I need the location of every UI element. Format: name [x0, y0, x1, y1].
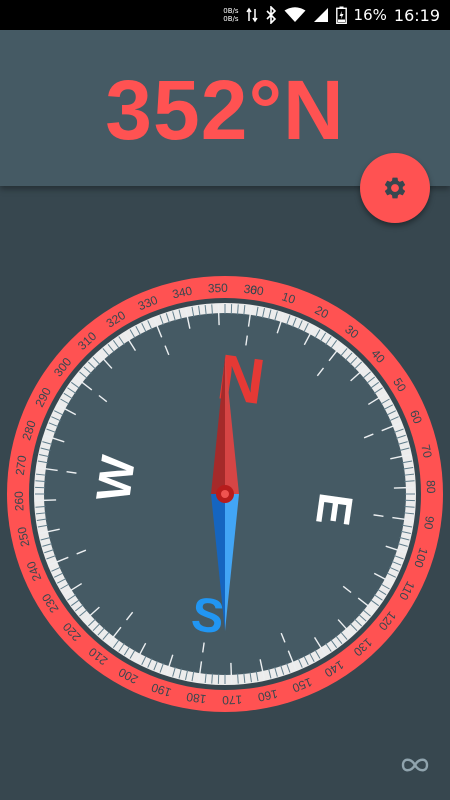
cardinal-west: W: [87, 452, 146, 505]
tick-mark: [35, 506, 46, 508]
compass-dial-graphic: 0 102030405060708090100110120130140150160…: [7, 276, 443, 712]
infinity-icon[interactable]: [397, 752, 433, 778]
network-speed-up: 0B/s: [223, 7, 239, 15]
wifi-icon: [284, 7, 306, 23]
degree-label: 80: [424, 480, 438, 494]
network-speed-down: 0B/s: [223, 15, 239, 23]
tick-mark: [404, 506, 415, 508]
degree-label: 170: [222, 693, 243, 708]
gear-icon: [384, 177, 406, 199]
tick-mark: [404, 480, 415, 482]
heading-readout: 352°N: [105, 62, 345, 157]
degree-label: 90: [421, 515, 437, 530]
degree-label: 350: [208, 281, 229, 296]
battery-icon: [335, 6, 347, 24]
tick-mark: [230, 662, 233, 684]
tick-mark: [35, 480, 46, 482]
status-bar: 0B/s 0B/s 16% 16:19: [0, 0, 450, 30]
network-speed: 0B/s 0B/s: [223, 7, 238, 23]
degree-label: 360: [243, 282, 265, 299]
degree-label: 270: [13, 454, 30, 476]
settings-button[interactable]: [360, 153, 430, 223]
compass: 0 10 20 30 40 50 60 70 80 90 100 110 120 130 140 150 160…: [0, 269, 450, 719]
signal-icon: [313, 7, 329, 23]
degree-label: 260: [12, 491, 27, 512]
bluetooth-icon: [265, 6, 277, 24]
needle-pivot-center: [221, 490, 229, 498]
tick-mark: [217, 304, 220, 326]
degree-label: 180: [185, 690, 207, 707]
tick-mark: [237, 304, 239, 315]
status-time: 16:19: [393, 5, 440, 25]
tick-mark: [211, 304, 213, 315]
battery-percent: 16%: [353, 6, 387, 24]
tick-mark: [35, 499, 57, 502]
tick-mark: [237, 673, 239, 684]
tick-mark: [393, 486, 415, 489]
data-transfer-icon: [245, 7, 258, 23]
tick-mark: [211, 673, 213, 684]
